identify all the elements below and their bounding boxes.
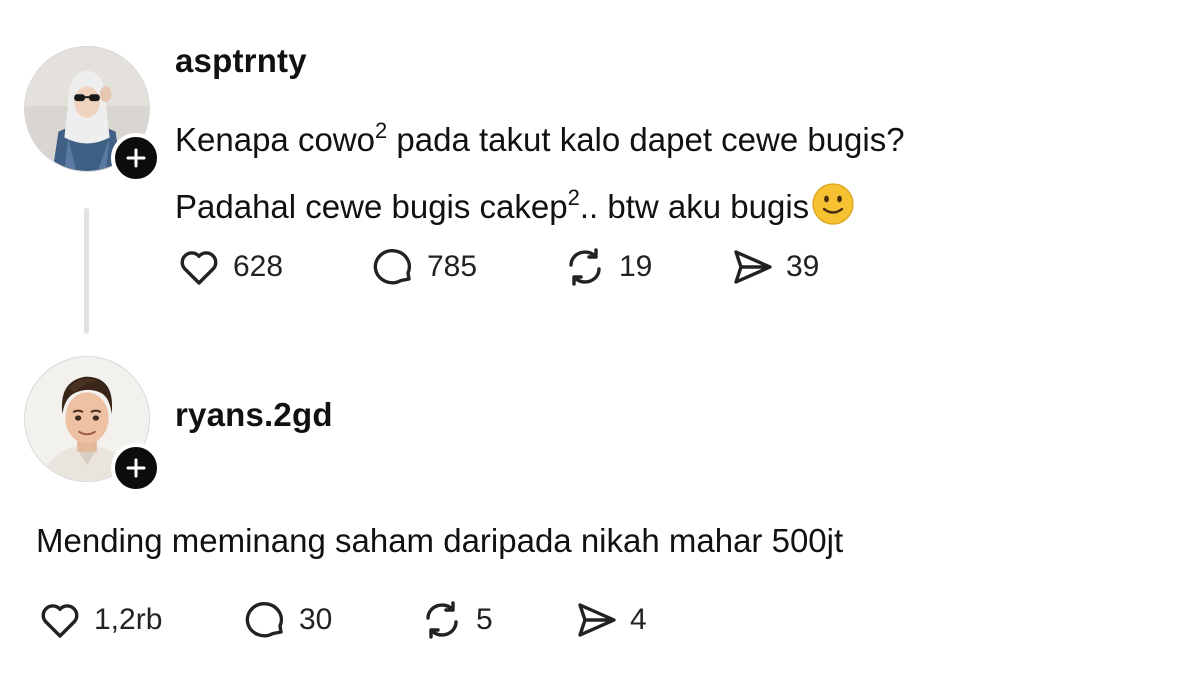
share-count: 39 — [786, 250, 820, 283]
share-button[interactable]: 4 — [572, 595, 647, 645]
like-count: 1,2rb — [94, 603, 163, 636]
follow-button-ryans-2gd[interactable] — [111, 443, 161, 493]
share-button[interactable]: 39 — [728, 242, 819, 292]
action-bar-1: 628 785 19 39 — [175, 242, 875, 292]
action-bar-2: 1,2rb 30 5 4 — [36, 595, 736, 645]
reply-count: 30 — [299, 603, 333, 636]
post-text-line-1: Kenapa cowo2 pada takut kalo dapet cewe … — [175, 118, 905, 158]
like-count: 628 — [233, 250, 284, 283]
share-count: 4 — [630, 603, 647, 636]
repost-count: 5 — [476, 603, 493, 636]
post-text-1: Kenapa cowo2 pada takut kalo dapet cewe … — [175, 102, 905, 236]
post-text-line-2: Padahal cewe bugis cakep2.. btw aku bugi… — [175, 169, 905, 236]
slightly-smiling-face-icon — [811, 182, 855, 226]
repost-count: 19 — [619, 250, 653, 283]
repost-button[interactable]: 5 — [418, 595, 493, 645]
heart-icon — [36, 596, 84, 644]
plus-icon — [126, 148, 146, 168]
like-button[interactable]: 628 — [175, 242, 283, 292]
follow-button-asptrnty[interactable] — [111, 133, 161, 183]
thread-connector-line — [84, 208, 89, 334]
speech-bubble-icon — [241, 596, 289, 644]
reply-button[interactable]: 785 — [369, 242, 477, 292]
reply-button[interactable]: 30 — [241, 595, 332, 645]
username-asptrnty[interactable]: asptrnty — [175, 42, 307, 80]
speech-bubble-icon — [369, 243, 417, 291]
repost-button[interactable]: 19 — [561, 242, 652, 292]
repost-icon — [418, 596, 466, 644]
paper-plane-icon — [728, 243, 776, 291]
heart-icon — [175, 243, 223, 291]
like-button[interactable]: 1,2rb — [36, 595, 162, 645]
paper-plane-icon — [572, 596, 620, 644]
plus-icon — [126, 458, 146, 478]
reply-count: 785 — [427, 250, 478, 283]
username-ryans-2gd[interactable]: ryans.2gd — [175, 396, 333, 434]
repost-icon — [561, 243, 609, 291]
thread-view: asptrnty Kenapa cowo2 pada takut kalo da… — [0, 0, 1200, 682]
post-text-2: Mending meminang saham daripada nikah ma… — [36, 522, 844, 559]
